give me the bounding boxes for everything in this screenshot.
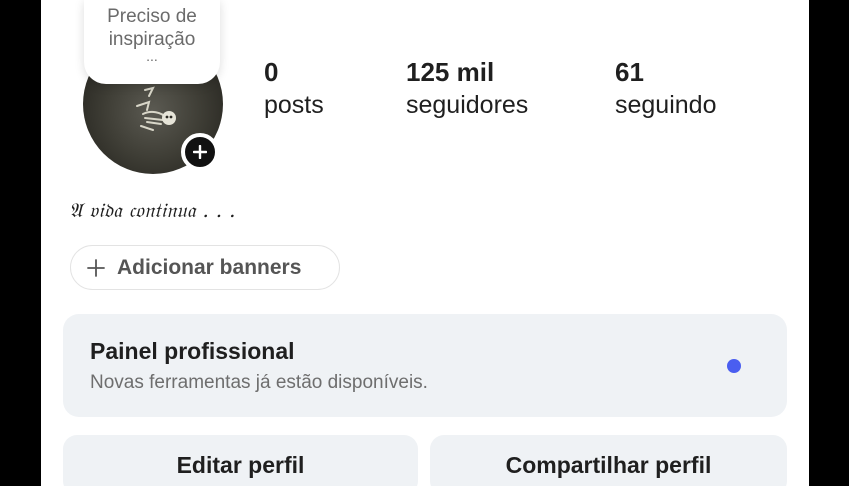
edit-profile-button[interactable]: Editar perfil xyxy=(63,435,418,486)
stat-followers-label: seguidores xyxy=(406,91,529,119)
bio-text: 𝔄 𝔳𝔦𝔡𝔞 𝔠𝔬𝔫𝔱𝔦𝔫𝔲𝔞 . . . xyxy=(69,198,236,222)
share-profile-button[interactable]: Compartilhar perfil xyxy=(430,435,787,486)
stat-followers[interactable]: 125 mil seguidores xyxy=(406,56,528,122)
stat-following-label: seguindo xyxy=(615,91,717,119)
stat-followers-value: 125 mil xyxy=(406,57,495,87)
stat-following[interactable]: 61 seguindo xyxy=(615,56,716,122)
note-text: Preciso de inspiração xyxy=(107,6,197,50)
professional-dashboard-card[interactable]: Painel profissional Novas ferramentas já… xyxy=(63,314,787,417)
edit-profile-label: Editar perfil xyxy=(176,452,305,478)
note-ellipsis: ... xyxy=(146,48,158,64)
stat-posts[interactable]: 0 posts xyxy=(264,56,324,122)
stat-posts-label: posts xyxy=(264,91,324,119)
skeleton-figure-icon xyxy=(136,86,176,131)
note-bubble[interactable]: Preciso de inspiração ... xyxy=(84,0,220,84)
add-story-button[interactable] xyxy=(181,133,219,171)
share-profile-label: Compartilhar perfil xyxy=(505,452,712,478)
professional-dashboard-title: Painel profissional xyxy=(90,338,295,364)
profile-screen: Preciso de inspiração ... 0 posts 125 mi… xyxy=(41,0,809,486)
notification-dot xyxy=(727,359,741,373)
add-banners-label: Adicionar banners xyxy=(117,255,302,279)
plus-icon xyxy=(193,145,207,159)
plus-icon xyxy=(87,258,105,277)
professional-dashboard-subtitle: Novas ferramentas já estão disponíveis. xyxy=(90,372,428,393)
stat-following-value: 61 xyxy=(615,57,644,87)
add-banners-button[interactable]: Adicionar banners xyxy=(70,245,340,290)
stat-posts-value: 0 xyxy=(264,57,279,87)
